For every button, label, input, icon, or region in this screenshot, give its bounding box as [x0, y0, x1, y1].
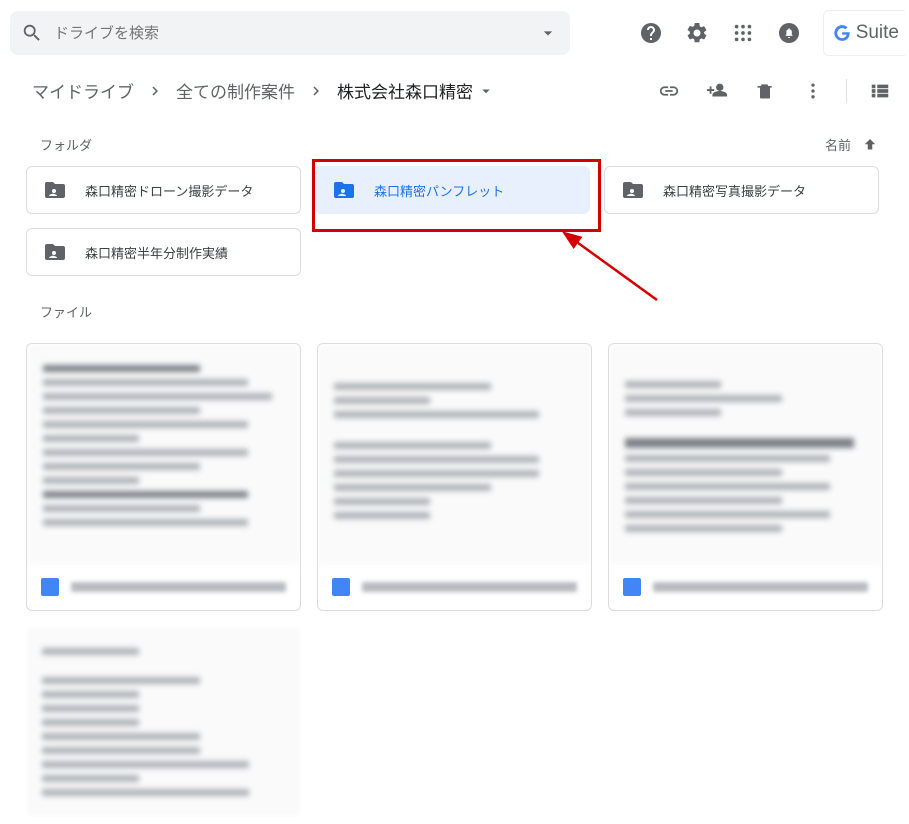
- file-item[interactable]: [317, 343, 592, 611]
- chevron-right-icon: [307, 82, 325, 100]
- docs-icon: [623, 578, 641, 596]
- folder-grid: 森口精密ドローン撮影データ 森口精密パンフレット 森口精密写真撮影データ 森口精…: [0, 166, 909, 276]
- more-vert-icon[interactable]: [802, 80, 824, 102]
- file-thumbnail: [609, 344, 882, 564]
- folder-name: 森口精密写真撮影データ: [663, 181, 806, 200]
- file-thumbnail: [26, 627, 301, 817]
- search-icon: [20, 21, 44, 45]
- file-name: [653, 582, 868, 592]
- file-item[interactable]: [608, 343, 883, 611]
- breadcrumb-current[interactable]: 株式会社森口精密: [331, 74, 501, 107]
- settings-gear-icon[interactable]: [685, 21, 709, 45]
- folder-item[interactable]: 森口精密半年分制作実績: [26, 228, 301, 276]
- folder-name: 森口精密ドローン撮影データ: [85, 181, 253, 200]
- sort-control[interactable]: 名前: [825, 135, 879, 154]
- folder-name: 森口精密半年分制作実績: [85, 243, 228, 262]
- view-list-icon[interactable]: [869, 80, 891, 102]
- breadcrumb-current-label: 株式会社森口精密: [337, 78, 473, 103]
- divider: [846, 79, 847, 103]
- file-item[interactable]: [26, 627, 301, 817]
- section-files-label: ファイル: [40, 302, 92, 321]
- apps-grid-icon[interactable]: [731, 21, 755, 45]
- notifications-icon[interactable]: [777, 21, 801, 45]
- folder-item-selected[interactable]: 森口精密パンフレット: [315, 166, 590, 214]
- shared-folder-icon: [43, 240, 67, 264]
- search-bar[interactable]: [10, 11, 570, 55]
- docs-icon: [332, 578, 350, 596]
- file-name: [362, 582, 577, 592]
- file-item[interactable]: [26, 343, 301, 611]
- folder-item[interactable]: 森口精密写真撮影データ: [604, 166, 879, 214]
- arrow-up-icon: [861, 136, 879, 154]
- sort-label: 名前: [825, 135, 851, 154]
- file-thumbnail: [318, 344, 591, 564]
- add-person-icon[interactable]: [706, 80, 728, 102]
- shared-folder-icon: [621, 178, 645, 202]
- docs-icon: [41, 578, 59, 596]
- breadcrumb: マイドライブ 全ての制作案件 株式会社森口精密: [26, 74, 501, 107]
- get-link-icon[interactable]: [658, 80, 680, 102]
- section-folders-label: フォルダ: [40, 135, 92, 154]
- search-input[interactable]: [44, 25, 536, 42]
- folder-name: 森口精密パンフレット: [374, 181, 504, 200]
- caret-down-icon: [477, 82, 495, 100]
- search-options-dropdown[interactable]: [536, 21, 560, 45]
- trash-icon[interactable]: [754, 80, 776, 102]
- gsuite-logo[interactable]: Suite: [823, 10, 905, 56]
- file-name: [71, 582, 286, 592]
- breadcrumb-root[interactable]: マイドライブ: [26, 74, 140, 107]
- shared-folder-icon: [43, 178, 67, 202]
- help-icon[interactable]: [639, 21, 663, 45]
- breadcrumb-mid[interactable]: 全ての制作案件: [170, 74, 301, 107]
- chevron-right-icon: [146, 82, 164, 100]
- gsuite-label: Suite: [856, 22, 899, 44]
- file-grid: [0, 333, 909, 817]
- folder-item[interactable]: 森口精密ドローン撮影データ: [26, 166, 301, 214]
- file-thumbnail: [27, 344, 300, 564]
- shared-folder-icon: [332, 178, 356, 202]
